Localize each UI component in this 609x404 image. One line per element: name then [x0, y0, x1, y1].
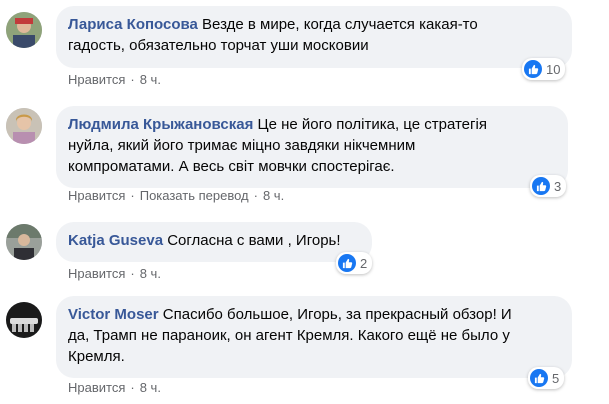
comment-bubble: Лариса Копосова Везде в мире, когда случ…	[56, 6, 572, 68]
reaction-count: 3	[554, 178, 562, 194]
reactions-badge[interactable]: 2	[336, 252, 373, 274]
like-button[interactable]: Нравится	[68, 380, 125, 395]
comment-line: Katja Guseva Согласна с вами , Игорь!	[68, 230, 360, 251]
separator-dot: ·	[130, 72, 135, 87]
comment-text: Кремля.	[68, 348, 125, 365]
comment-time[interactable]: 8 ч.	[140, 266, 161, 281]
comment-text: нуйла, який його тримає міцно завдяки ні…	[68, 137, 416, 154]
comment-author[interactable]: Лариса Копосова	[68, 16, 198, 33]
comment-bubble: Людмила Крыжановская Це не його політика…	[56, 106, 568, 188]
comment-actions: Нравится · Показать перевод · 8 ч.	[68, 188, 284, 204]
comment-actions: Нравится · 8 ч.	[68, 266, 161, 282]
reaction-count: 10	[546, 61, 561, 77]
comment-actions: Нравится · 8 ч.	[68, 380, 161, 396]
comment-actions: Нравится · 8 ч.	[68, 72, 161, 88]
avatar[interactable]	[6, 224, 42, 260]
comment-text: Согласна с вами , Игорь!	[167, 232, 341, 249]
comment-text: Це не його політика, це стратегія	[257, 116, 487, 133]
like-icon	[532, 177, 550, 195]
separator-dot: ·	[130, 188, 135, 203]
comment-text: Спасибо большое, Игорь, за прекрасный об…	[162, 306, 512, 323]
like-icon	[338, 254, 356, 272]
comment-time[interactable]: 8 ч.	[140, 72, 161, 87]
reactions-badge[interactable]: 10	[522, 58, 566, 80]
comment-text: гадость, обязательно торчат уши московии	[68, 37, 369, 54]
avatar[interactable]	[6, 302, 42, 338]
reactions-badge[interactable]: 3	[530, 175, 567, 197]
separator-dot: ·	[130, 266, 135, 281]
like-button[interactable]: Нравится	[68, 266, 125, 281]
comment-time[interactable]: 8 ч.	[263, 188, 284, 203]
comment-time[interactable]: 8 ч.	[140, 380, 161, 395]
comment-line: Лариса Копосова Везде в мире, когда случ…	[68, 14, 560, 35]
separator-dot: ·	[253, 188, 258, 203]
comment-bubble: Victor Moser Спасибо большое, Игорь, за …	[56, 296, 572, 378]
comment-text: компроматами. А весь світ мовчки спостер…	[68, 158, 395, 175]
like-button[interactable]: Нравится	[68, 72, 125, 87]
like-icon	[530, 369, 548, 387]
avatar[interactable]	[6, 12, 42, 48]
comment-line: Людмила Крыжановская Це не його політика…	[68, 114, 556, 135]
reactions-badge[interactable]: 5	[528, 367, 565, 389]
comment-author[interactable]: Katja Guseva	[68, 232, 163, 249]
comment-author[interactable]: Victor Moser	[68, 306, 159, 323]
reaction-count: 5	[552, 370, 560, 386]
comment-author[interactable]: Людмила Крыжановская	[68, 116, 253, 133]
like-icon	[524, 60, 542, 78]
separator-dot: ·	[130, 380, 135, 395]
like-button[interactable]: Нравится	[68, 188, 125, 203]
comment-text: да, Трамп не параноик, он агент Кремля. …	[68, 327, 510, 344]
avatar[interactable]	[6, 108, 42, 144]
reaction-count: 2	[360, 255, 368, 271]
show-translation-button[interactable]: Показать перевод	[140, 188, 249, 203]
comment-bubble: Katja Guseva Согласна с вами , Игорь!	[56, 222, 372, 262]
comment-text: Везде в мире, когда случается какая-то	[202, 16, 478, 33]
comment-line: Victor Moser Спасибо большое, Игорь, за …	[68, 304, 560, 325]
